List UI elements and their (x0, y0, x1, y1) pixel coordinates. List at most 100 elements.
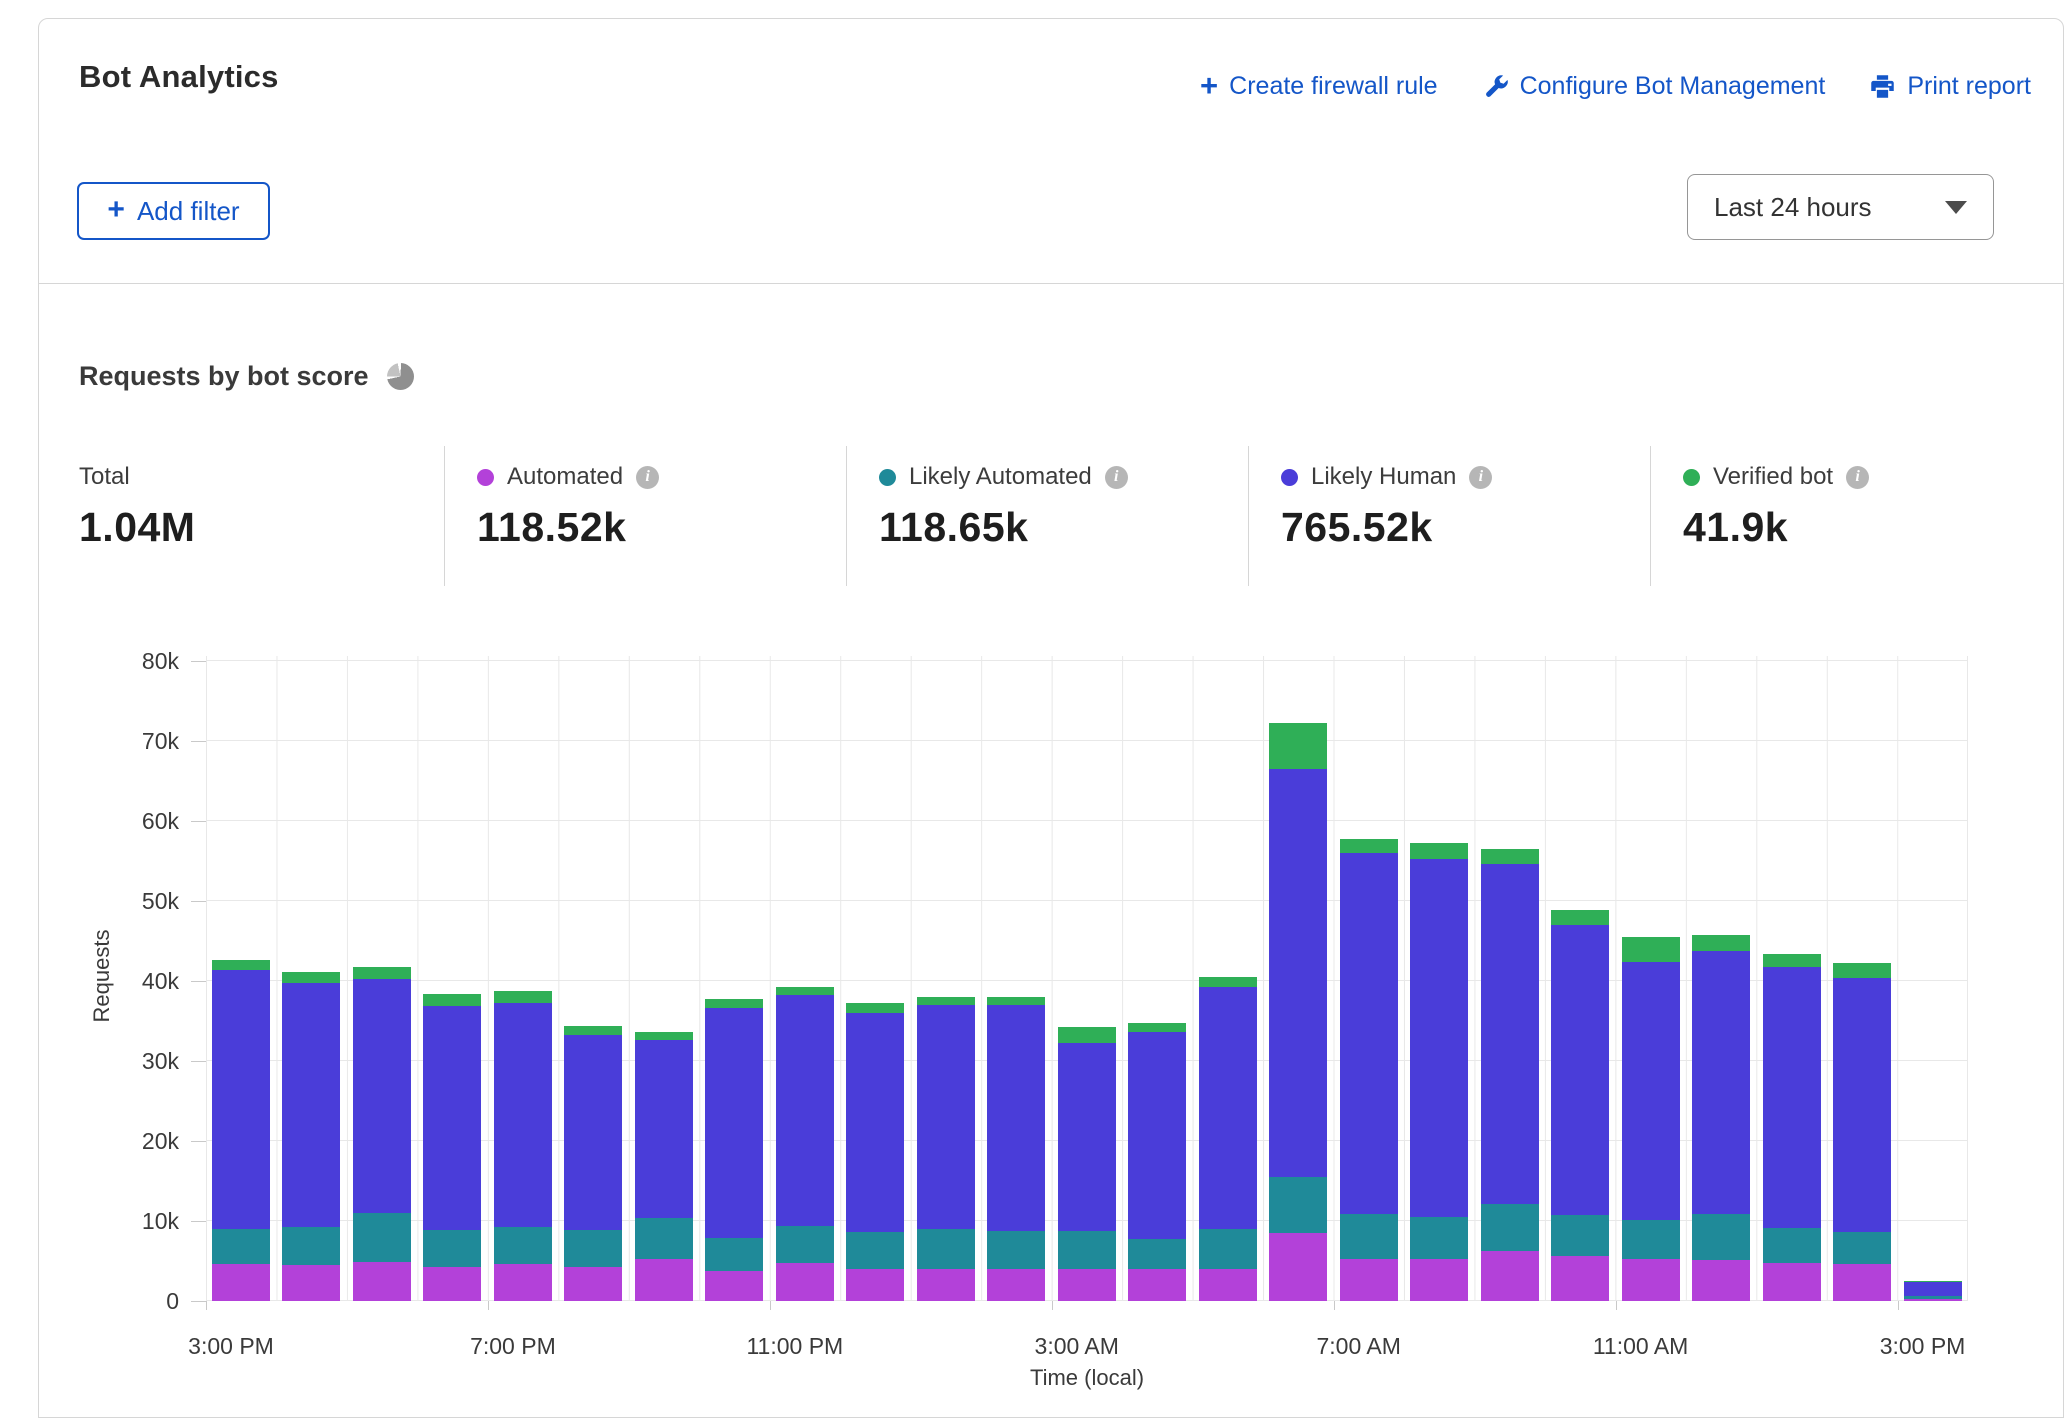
print-report-label: Print report (1907, 72, 2031, 101)
pie-chart-icon (387, 363, 414, 390)
x-tick-label: 11:00 PM (715, 1333, 875, 1360)
bar-1:00 PM[interactable] (1763, 656, 1821, 1301)
y-tick-mark (191, 741, 206, 742)
bar-2:00 PM[interactable] (1833, 656, 1891, 1301)
bar-8:00 AM[interactable] (1410, 656, 1468, 1301)
time-range-select[interactable]: Last 24 hours (1687, 174, 1994, 240)
bar-3:00 PM[interactable] (1904, 656, 1962, 1301)
segment-likely-human (1622, 962, 1680, 1220)
configure-bot-management-label: Configure Bot Management (1520, 72, 1826, 101)
segment-likely-automated (846, 1232, 904, 1269)
printer-icon (1869, 73, 1896, 100)
segment-likely-automated (987, 1231, 1045, 1269)
bar-9:00 PM[interactable] (635, 656, 693, 1301)
x-tick-mark (1052, 1301, 1053, 1310)
stat-automated-value: 118.52k (477, 504, 846, 551)
y-tick-mark (191, 1061, 206, 1062)
configure-bot-management-link[interactable]: Configure Bot Management (1482, 72, 1826, 101)
bar-6:00 PM[interactable] (423, 656, 481, 1301)
stat-total: Total 1.04M (79, 446, 444, 586)
segment-automated (1763, 1263, 1821, 1301)
header-actions: + Create firewall rule Configure Bot Man… (1200, 71, 2031, 102)
segment-verified-bot (1128, 1023, 1186, 1033)
segment-likely-automated (635, 1218, 693, 1260)
bar-7:00 PM[interactable] (494, 656, 552, 1301)
bar-10:00 PM[interactable] (705, 656, 763, 1301)
segment-automated (1269, 1233, 1327, 1301)
segment-likely-human (564, 1035, 622, 1230)
segment-automated (1199, 1269, 1257, 1301)
info-icon[interactable]: i (636, 466, 659, 489)
bar-11:00 PM[interactable] (776, 656, 834, 1301)
chevron-down-icon (1945, 201, 1967, 214)
stat-automated-label: Automated (507, 463, 623, 491)
add-filter-button[interactable]: + Add filter (77, 182, 270, 240)
segment-automated (1551, 1256, 1609, 1301)
bar-12:00 AM[interactable] (846, 656, 904, 1301)
y-tick-mark (191, 901, 206, 902)
bar-6:00 AM[interactable] (1269, 656, 1327, 1301)
bar-8:00 PM[interactable] (564, 656, 622, 1301)
segment-automated (1058, 1269, 1116, 1301)
bar-9:00 AM[interactable] (1481, 656, 1539, 1301)
segment-verified-bot (1481, 849, 1539, 864)
info-icon[interactable]: i (1469, 466, 1492, 489)
bar-7:00 AM[interactable] (1340, 656, 1398, 1301)
segment-verified-bot (282, 972, 340, 982)
segment-verified-bot (1551, 910, 1609, 925)
segment-verified-bot (353, 967, 411, 979)
bar-5:00 AM[interactable] (1199, 656, 1257, 1301)
segment-verified-bot (1058, 1027, 1116, 1042)
y-axis-ticks: 010k20k30k40k50k60k70k80k (79, 656, 206, 1302)
stat-likely-human: Likely Human i 765.52k (1248, 446, 1650, 586)
segment-automated (212, 1264, 270, 1301)
stat-total-value: 1.04M (79, 504, 444, 551)
x-axis-title: Time (local) (206, 1365, 1968, 1391)
bar-11:00 AM[interactable] (1622, 656, 1680, 1301)
segment-likely-human (1340, 853, 1398, 1214)
plus-icon: + (1200, 70, 1218, 101)
print-report-link[interactable]: Print report (1869, 72, 2031, 101)
bar-2:00 AM[interactable] (987, 656, 1045, 1301)
bar-4:00 AM[interactable] (1128, 656, 1186, 1301)
bar-1:00 AM[interactable] (917, 656, 975, 1301)
create-firewall-rule-label: Create firewall rule (1229, 72, 1437, 101)
bar-3:00 AM[interactable] (1058, 656, 1116, 1301)
bar-3:00 PM[interactable] (212, 656, 270, 1301)
segment-likely-automated (917, 1229, 975, 1269)
stat-likely-automated: Likely Automated i 118.65k (846, 446, 1248, 586)
segment-likely-automated (1058, 1231, 1116, 1269)
segment-likely-human (1763, 967, 1821, 1228)
segment-likely-automated (423, 1230, 481, 1268)
info-icon[interactable]: i (1846, 466, 1869, 489)
x-tick-label: 3:00 PM (1843, 1333, 2003, 1360)
x-tick-mark (1898, 1301, 1899, 1310)
segment-verified-bot (917, 997, 975, 1005)
stat-verified-bot-label: Verified bot (1713, 463, 1833, 491)
create-firewall-rule-link[interactable]: + Create firewall rule (1200, 71, 1438, 102)
segment-automated (846, 1269, 904, 1301)
info-icon[interactable]: i (1105, 466, 1128, 489)
y-tick-mark (191, 821, 206, 822)
segment-automated (1833, 1264, 1891, 1301)
segment-automated (1692, 1260, 1750, 1301)
segment-automated (705, 1271, 763, 1301)
y-tick-mark (191, 1221, 206, 1222)
bar-10:00 AM[interactable] (1551, 656, 1609, 1301)
y-tick-label: 20k (79, 1127, 179, 1155)
segment-automated (1128, 1269, 1186, 1301)
x-axis-ticks: 3:00 PM7:00 PM11:00 PM3:00 AM7:00 AM11:0… (206, 1301, 1968, 1411)
segment-likely-human (705, 1008, 763, 1238)
bar-4:00 PM[interactable] (282, 656, 340, 1301)
segment-likely-human (1692, 951, 1750, 1214)
y-tick-label: 30k (79, 1047, 179, 1075)
stat-likely-automated-value: 118.65k (879, 504, 1248, 551)
x-tick-mark (1616, 1301, 1617, 1310)
bar-12:00 PM[interactable] (1692, 656, 1750, 1301)
segment-likely-human (212, 970, 270, 1229)
segment-likely-human (1199, 987, 1257, 1229)
bot-analytics-card: Bot Analytics + Create firewall rule Con… (38, 18, 2064, 1418)
segment-automated (917, 1269, 975, 1301)
segment-likely-human (1833, 978, 1891, 1232)
bar-5:00 PM[interactable] (353, 656, 411, 1301)
